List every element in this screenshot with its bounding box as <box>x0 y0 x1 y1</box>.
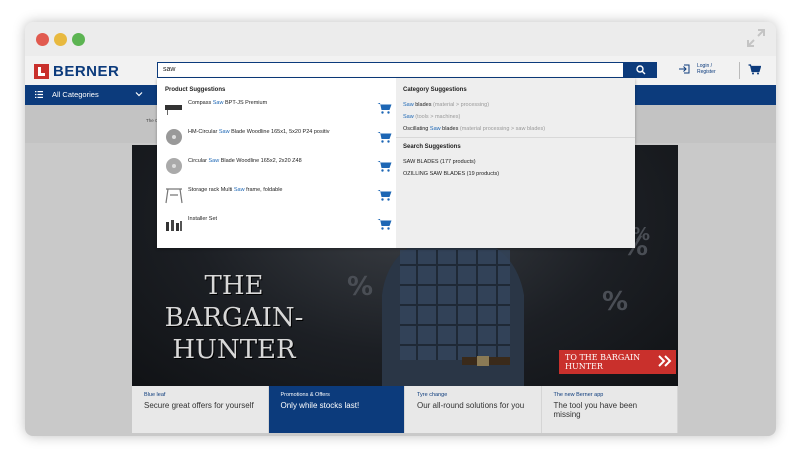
browser-window: BERNER saw Login / Register All Categori… <box>25 22 776 436</box>
promo-tile[interactable]: Blue leaf Secure great offers for yourse… <box>132 386 269 433</box>
search-button[interactable] <box>624 62 657 78</box>
product-suggestion[interactable]: Storage rack Multi Saw frame, foldable <box>164 185 392 209</box>
search-suggestions-dropdown: Product Suggestions Compass Saw BPT-JS P… <box>157 78 635 248</box>
hero-title-line: THE <box>204 271 264 301</box>
product-label: Storage rack Multi Saw frame, foldable <box>188 187 283 193</box>
close-window-button[interactable] <box>36 33 49 46</box>
list-menu-icon <box>35 91 43 98</box>
search-suggestion[interactable]: OZILLING SAW BLADES (19 products) <box>403 171 499 177</box>
tile-kicker: Blue leaf <box>144 392 166 398</box>
panel-divider <box>396 137 635 138</box>
double-chevron-right-icon <box>658 355 672 367</box>
search-suggestion[interactable]: SAW BLADES (177 products) <box>403 159 476 165</box>
promo-tiles: Blue leaf Secure great offers for yourse… <box>132 386 678 433</box>
expand-icon[interactable] <box>746 28 766 48</box>
maximize-window-button[interactable] <box>72 33 85 46</box>
login-icon <box>679 64 690 74</box>
product-label: HM-Circular Saw Blade Woodline 165x1, 5x… <box>188 129 330 135</box>
product-label: Compass Saw BPT-JS Premium <box>188 100 268 106</box>
window-titlebar <box>25 22 776 56</box>
add-to-cart-icon[interactable] <box>377 189 392 201</box>
header-divider <box>739 62 740 79</box>
product-suggestion[interactable]: Circular Saw Blade Woodline 165x2, 2x20 … <box>164 156 392 180</box>
all-categories-menu[interactable]: All Categories <box>35 90 99 99</box>
tile-kicker: The new Berner app <box>553 392 604 398</box>
tool-set-thumbnail-icon <box>166 220 182 231</box>
minimize-window-button[interactable] <box>54 33 67 46</box>
add-to-cart-icon[interactable] <box>377 218 392 230</box>
saw-blade-thumbnail-icon <box>166 158 182 174</box>
tile-text: Only while stocks last! <box>280 401 360 410</box>
login-register-link[interactable]: Login / Register <box>678 63 716 75</box>
category-suggestion[interactable]: Saw (tools > machines) <box>403 114 460 120</box>
register-label: Register <box>697 69 716 75</box>
product-suggestion[interactable]: HM-Circular Saw Blade Woodline 165x1, 5x… <box>164 127 392 151</box>
tile-text: Secure great offers for yourself <box>144 401 254 410</box>
hero-title-line: BARGAIN- <box>164 303 304 333</box>
search-icon <box>635 65 645 75</box>
header-cart-icon[interactable] <box>748 64 761 75</box>
product-suggestion[interactable]: Installer Set <box>164 214 392 238</box>
category-suggestion[interactable]: Oscillating Saw blades (material process… <box>403 126 545 132</box>
chevron-down-icon[interactable] <box>135 90 143 98</box>
add-to-cart-icon[interactable] <box>377 160 392 172</box>
hero-title: THE BARGAIN- HUNTER <box>154 270 314 366</box>
jigsaw-thumbnail-icon <box>165 105 182 115</box>
tile-text: The tool you have been missing <box>553 401 638 419</box>
product-label: Installer Set <box>188 216 218 222</box>
page-viewport: BERNER saw Login / Register All Categori… <box>25 56 776 436</box>
product-suggestions-panel: Product Suggestions Compass Saw BPT-JS P… <box>157 78 396 248</box>
all-categories-label: All Categories <box>52 90 99 99</box>
svg-text:%: % <box>602 287 628 317</box>
category-suggestion[interactable]: Saw blades (material > processing) <box>403 102 489 108</box>
product-suggestion[interactable]: Compass Saw BPT-JS Premium <box>164 98 392 122</box>
berner-logo[interactable]: BERNER <box>34 62 120 80</box>
logo-mark-icon <box>34 63 49 79</box>
product-label: Circular Saw Blade Woodline 165x2, 2x20 … <box>188 158 302 164</box>
promo-tile-active[interactable]: Promotions & Offers Only while stocks la… <box>268 386 405 433</box>
storage-rack-thumbnail-icon <box>165 188 183 204</box>
promo-tile[interactable]: Tyre change Our all-round solutions for … <box>405 386 542 433</box>
hero-title-line: HUNTER <box>172 335 296 365</box>
product-suggestions-heading: Product Suggestions <box>165 87 226 93</box>
bargain-hunter-cta-button[interactable]: TO THE BARGAIN HUNTER <box>559 350 676 374</box>
tile-kicker: Tyre change <box>417 392 448 398</box>
add-to-cart-icon[interactable] <box>377 131 392 143</box>
saw-blade-thumbnail-icon <box>166 129 182 145</box>
tile-kicker: Promotions & Offers <box>280 392 330 398</box>
search-input[interactable]: saw <box>157 62 624 78</box>
add-to-cart-icon[interactable] <box>377 102 392 114</box>
tile-text: Our all-round solutions for you <box>417 401 525 410</box>
promo-tile[interactable]: The new Berner app The tool you have bee… <box>541 386 678 433</box>
category-suggestions-heading: Category Suggestions <box>403 87 467 93</box>
category-suggestions-panel: Category Suggestions Saw blades (materia… <box>396 78 635 248</box>
logo-text: BERNER <box>53 62 120 80</box>
search-suggestions-heading: Search Suggestions <box>403 144 461 150</box>
svg-text:%: % <box>347 272 373 302</box>
